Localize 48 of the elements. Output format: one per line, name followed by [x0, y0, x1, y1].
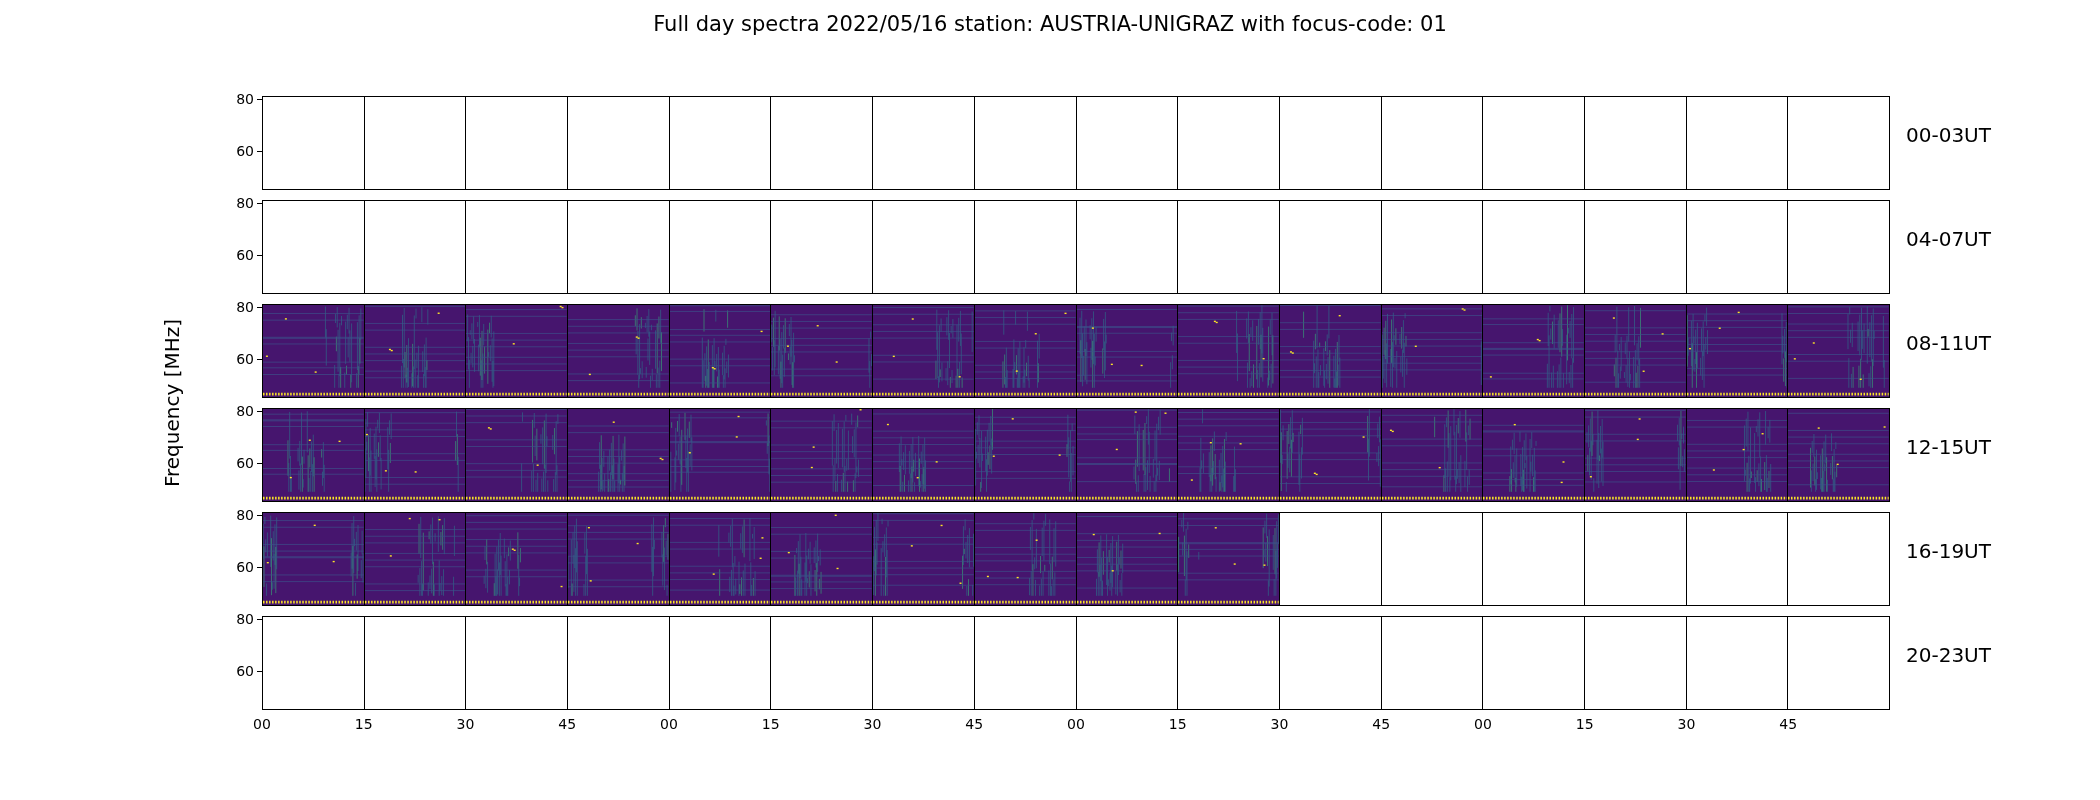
tick-mark	[257, 618, 262, 620]
x-tick-label: 00	[1474, 716, 1492, 732]
y-tick-label: 60	[236, 455, 254, 470]
tick-mark	[257, 202, 262, 204]
tick-mark	[257, 462, 262, 464]
x-tick-label: 45	[558, 716, 577, 732]
x-tick-label: 45	[965, 716, 984, 732]
y-tick-label: 60	[236, 143, 254, 158]
x-tick-label: 30	[863, 716, 882, 732]
row-time-label: 20-23UT	[1906, 643, 1991, 667]
x-tick-label: 00	[253, 716, 271, 732]
x-tick-label: 00	[660, 716, 678, 732]
tick-mark	[257, 566, 262, 568]
x-tick-label: 30	[1270, 716, 1289, 732]
tick-mark	[257, 670, 262, 672]
row-time-label: 08-11UT	[1906, 331, 1991, 355]
tick-mark	[257, 150, 262, 152]
y-tick-label: 60	[236, 559, 254, 574]
x-tick-label: 30	[456, 716, 475, 732]
y-tick-label: 80	[236, 611, 254, 626]
x-tick-label: 15	[354, 716, 373, 732]
y-tick-label: 80	[236, 91, 254, 106]
y-tick-label: 80	[236, 195, 254, 210]
tick-mark	[257, 514, 262, 516]
y-tick-label: 60	[236, 351, 254, 366]
y-tick-label: 60	[236, 663, 254, 678]
x-tick-label: 00	[1067, 716, 1085, 732]
y-tick-label: 80	[236, 403, 254, 418]
tick-mark	[257, 98, 262, 100]
y-tick-label: 60	[236, 247, 254, 262]
tick-mark	[257, 254, 262, 256]
row-time-label: 00-03UT	[1906, 123, 1991, 147]
x-tick-label: 30	[1677, 716, 1696, 732]
y-tick-label: 80	[236, 299, 254, 314]
x-tick-label: 15	[761, 716, 780, 732]
tick-mark	[257, 306, 262, 308]
x-tick-label: 15	[1575, 716, 1594, 732]
x-tick-label: 45	[1372, 716, 1391, 732]
tick-mark	[257, 358, 262, 360]
tick-mark	[257, 410, 262, 412]
row-time-label: 04-07UT	[1906, 227, 1991, 251]
y-tick-label: 80	[236, 507, 254, 522]
row-time-label: 16-19UT	[1906, 539, 1991, 563]
y-axis-label: Frequency [MHz]	[159, 318, 184, 488]
x-tick-label: 15	[1168, 716, 1187, 732]
figure-title: Full day spectra 2022/05/16 station: AUSTRIA-UNIGRAZ with focus-code: 01	[653, 12, 1447, 36]
row-time-label: 12-15UT	[1906, 435, 1991, 459]
x-tick-label: 45	[1779, 716, 1798, 732]
